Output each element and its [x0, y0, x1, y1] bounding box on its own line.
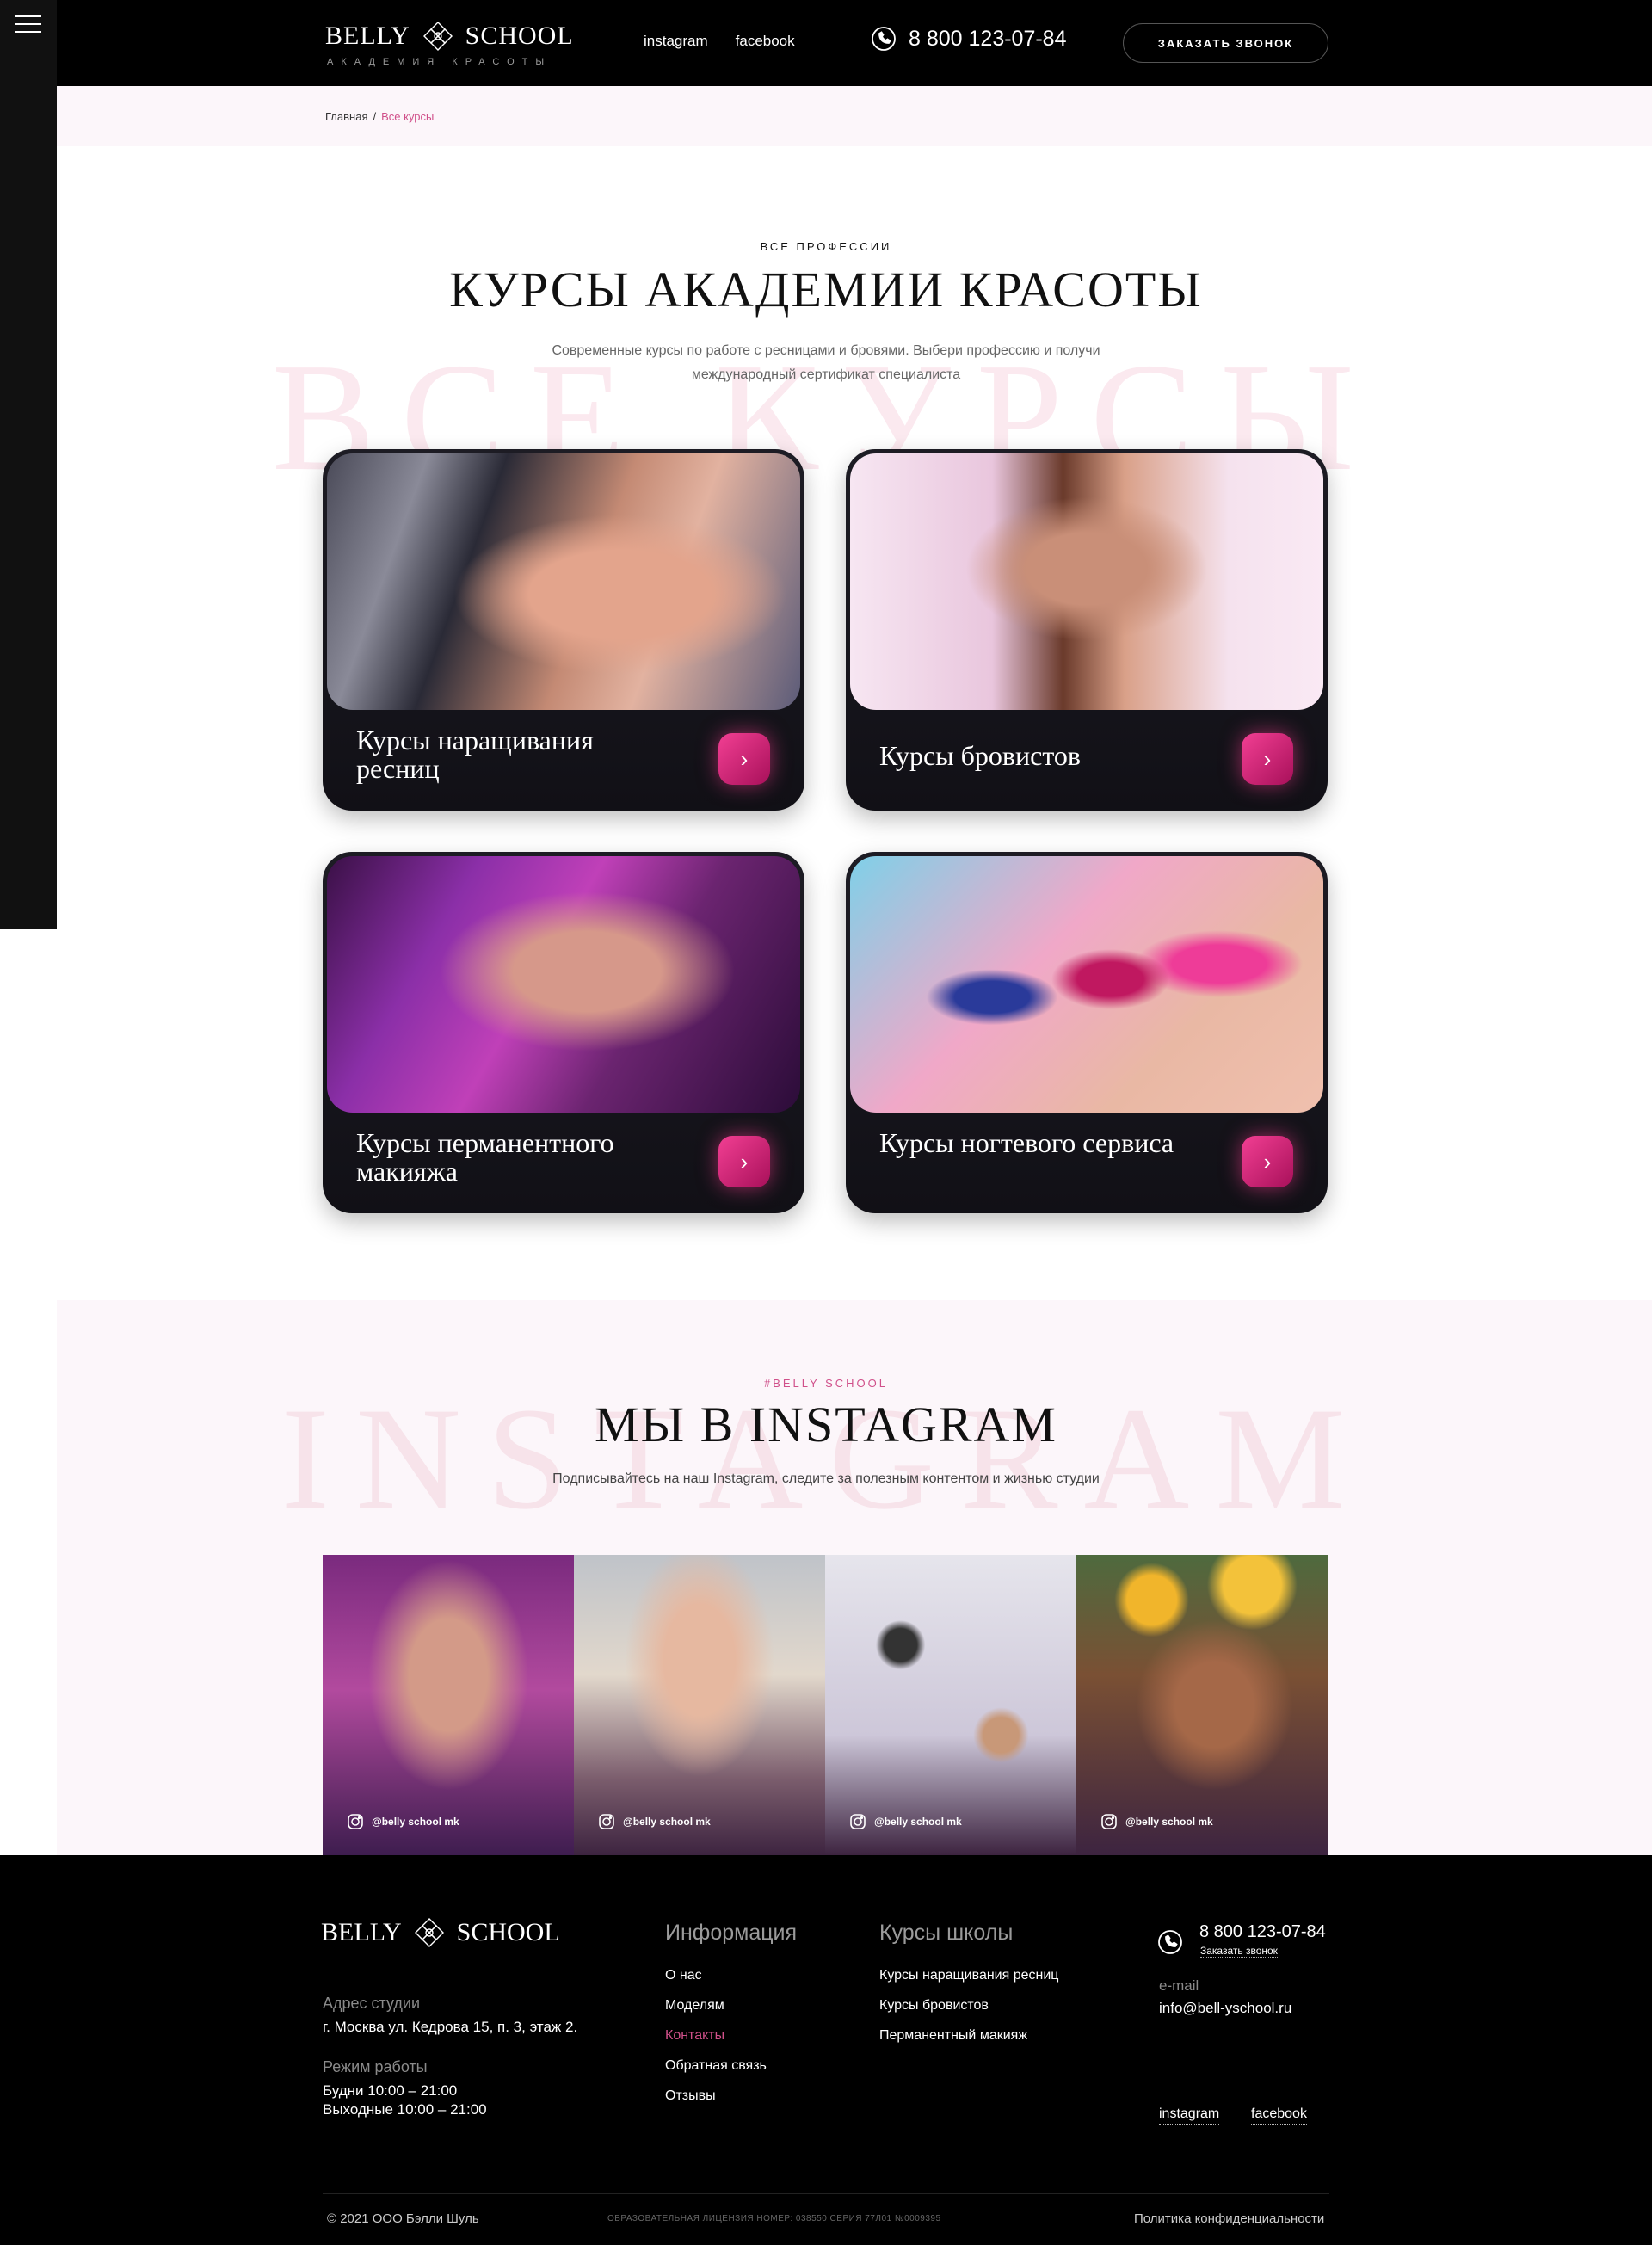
course-card-permanent-makeup[interactable]: Курсы перманентного макияжа ›: [323, 852, 804, 1213]
footer-link-brows[interactable]: Курсы бровистов: [879, 1998, 1058, 2014]
instagram-handle: @belly school mk: [623, 1816, 711, 1828]
flower-icon: [422, 22, 453, 51]
logo[interactable]: BELLY SCHOOL АКАДЕМИЯ КРАСОТЫ: [325, 19, 574, 67]
email-label: e-mail: [1159, 1977, 1199, 1994]
footer-email[interactable]: info@bell-yschool.ru: [1159, 2000, 1291, 2017]
footer-link-contacts[interactable]: Контакты: [665, 2028, 797, 2044]
course-photo: [850, 856, 1323, 1113]
footer-link-lashes[interactable]: Курсы наращивания ресниц: [879, 1968, 1058, 1983]
header-phone[interactable]: 8 800 123-07-84: [871, 26, 1066, 52]
phone-icon: [872, 27, 896, 51]
courses-eyebrow: ВСЕ ПРОФЕССИИ: [760, 240, 892, 253]
footer-link-permanent[interactable]: Перманентный макияж: [879, 2028, 1058, 2044]
breadcrumb-home[interactable]: Главная: [325, 110, 367, 123]
breadcrumb-separator: /: [373, 110, 377, 123]
footer-link-feedback[interactable]: Обратная связь: [665, 2058, 797, 2074]
footer-link-about[interactable]: О нас: [665, 1968, 797, 1983]
arrow-right-icon[interactable]: ›: [718, 733, 770, 785]
instagram-eyebrow: #BELLY SCHOOL: [763, 1377, 888, 1390]
footer-logo-word-2: SCHOOL: [456, 1918, 560, 1946]
footer-link-facebook[interactable]: facebook: [1251, 2106, 1307, 2125]
instagram-handle: @belly school mk: [372, 1816, 459, 1828]
instagram-icon: [850, 1814, 866, 1829]
header-link-facebook[interactable]: facebook: [736, 33, 795, 50]
privacy-policy-link[interactable]: Политика конфиденциальности: [1134, 2211, 1324, 2226]
course-photo: [850, 453, 1323, 710]
footer-courses-column: Курсы школы Курсы наращивания ресниц Кур…: [879, 1921, 1058, 2058]
breadcrumb-current: Все курсы: [381, 110, 435, 123]
course-card-lashes[interactable]: Курсы наращивания ресниц ›: [323, 449, 804, 811]
footer-logo-word-1: BELLY: [321, 1918, 402, 1946]
instagram-handle: @belly school mk: [874, 1816, 962, 1828]
course-photo: [327, 856, 800, 1113]
instagram-title: МЫ В INSTAGRAM: [595, 1397, 1057, 1452]
arrow-right-icon[interactable]: ›: [1242, 733, 1293, 785]
footer-courses-title: Курсы школы: [879, 1921, 1014, 1945]
course-title: Курсы бровистов: [879, 740, 1082, 771]
course-title: Курсы ногтевого сервиса: [879, 1127, 1174, 1158]
page-title: КУРСЫ АКАДЕМИИ КРАСОТЫ: [449, 262, 1203, 318]
instagram-post[interactable]: @belly school mk: [574, 1555, 825, 1855]
instagram-post[interactable]: @belly school mk: [825, 1555, 1076, 1855]
arrow-right-icon[interactable]: ›: [718, 1136, 770, 1187]
footer-logo[interactable]: BELLY SCHOOL: [321, 1915, 560, 1950]
footer-info-column: Информация О нас Моделям Контакты Обратн…: [665, 1921, 797, 2119]
phone-icon: [1158, 1930, 1182, 1954]
address-text: г. Москва ул. Кедрова 15, п. 3, этаж 2.: [323, 2019, 578, 2035]
footer-link-reviews[interactable]: Отзывы: [665, 2088, 797, 2104]
hours-weekdays: Будни 10:00 – 21:00: [323, 2082, 458, 2099]
footer-link-models[interactable]: Моделям: [665, 1998, 797, 2014]
course-card-nails[interactable]: Курсы ногтевого сервиса ›: [846, 852, 1328, 1213]
course-card-brows[interactable]: Курсы бровистов ›: [846, 449, 1328, 811]
instagram-post[interactable]: @belly school mk: [323, 1555, 574, 1855]
footer: BELLY SCHOOL Адрес студии г. Москва ул. …: [0, 1855, 1652, 2245]
instagram-lead: Подписывайтесь на наш Instagram, следите…: [552, 1471, 1100, 1486]
license-text: ОБРАЗОВАТЕЛЬНАЯ ЛИЦЕНЗИЯ НОМЕР: 038550 С…: [607, 2214, 941, 2223]
instagram-icon: [599, 1814, 614, 1829]
footer-divider: [323, 2193, 1329, 2194]
header-phone-number: 8 800 123-07-84: [909, 26, 1067, 51]
footer-info-title: Информация: [665, 1921, 798, 1945]
instagram-icon: [1101, 1814, 1117, 1829]
breadcrumb: Главная / Все курсы: [57, 86, 1652, 146]
hours-weekends: Выходные 10:00 – 21:00: [323, 2101, 487, 2118]
instagram-icon: [348, 1814, 363, 1829]
course-title: Курсы перманентного макияжа: [356, 1127, 614, 1187]
arrow-right-icon[interactable]: ›: [1242, 1136, 1293, 1187]
logo-tagline: АКАДЕМИЯ КРАСОТЫ: [327, 57, 552, 67]
order-call-button[interactable]: ЗАКАЗАТЬ ЗВОНОК: [1123, 23, 1328, 63]
copyright: © 2021 ООО Бэлли Шуль: [327, 2211, 479, 2226]
logo-word-2: SCHOOL: [465, 22, 574, 50]
header: BELLY SCHOOL АКАДЕМИЯ КРАСОТЫ instagram …: [57, 0, 1652, 86]
menu-icon[interactable]: [15, 15, 41, 34]
courses-lead: Современные курсы по работе с ресницами …: [552, 343, 1100, 382]
hours-label: Режим работы: [323, 2058, 428, 2075]
logo-word-1: BELLY: [325, 22, 410, 50]
address-label: Адрес студии: [323, 1995, 420, 2012]
footer-callback-link[interactable]: Заказать звонок: [1200, 1945, 1278, 1958]
course-title: Курсы наращивания ресниц: [356, 725, 594, 784]
instagram-post[interactable]: @belly school mk: [1076, 1555, 1328, 1855]
flower-icon: [414, 1918, 444, 1947]
instagram-handle: @belly school mk: [1125, 1816, 1213, 1828]
footer-link-instagram[interactable]: instagram: [1159, 2106, 1220, 2125]
side-panel: [0, 0, 57, 929]
footer-phone[interactable]: 8 800 123-07-84: [1199, 1922, 1326, 1942]
course-photo: [327, 453, 800, 710]
header-link-instagram[interactable]: instagram: [644, 33, 708, 50]
